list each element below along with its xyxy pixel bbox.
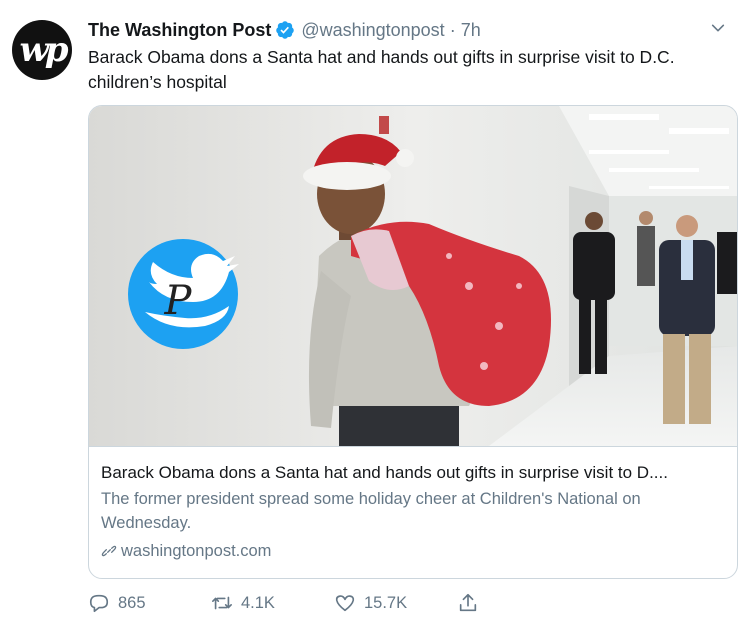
author-name[interactable]: The Washington Post (88, 20, 271, 41)
like-icon (335, 595, 355, 612)
share-button[interactable] (457, 592, 487, 614)
chevron-down-icon[interactable] (708, 18, 728, 38)
reply-icon (89, 594, 109, 613)
card-image[interactable]: P (89, 106, 737, 446)
card-domain: washingtonpost.com (101, 539, 727, 563)
like-count: 15.7K (364, 593, 408, 612)
tweet-text: Barack Obama dons a Santa hat and hands … (88, 47, 675, 92)
avatar[interactable]: wp (12, 20, 72, 80)
retweet-button[interactable]: 4.1K (211, 592, 334, 614)
watermark-letter: P (164, 278, 193, 324)
author-handle[interactable]: @washingtonpost (301, 20, 444, 41)
retweet-icon (212, 596, 232, 610)
link-card[interactable]: P Barack Obama dons a Santa hat and hand… (88, 105, 738, 579)
link-icon (101, 545, 117, 557)
card-body[interactable]: Barack Obama dons a Santa hat and hands … (89, 446, 737, 578)
retweet-count: 4.1K (241, 593, 275, 612)
avatar-logo: wp (19, 30, 68, 70)
separator-dot: · (449, 19, 456, 40)
like-button[interactable]: 15.7K (334, 592, 457, 614)
tweet-time[interactable]: 7h (461, 20, 481, 41)
reply-count: 865 (118, 593, 146, 612)
reply-button[interactable]: 865 (88, 592, 211, 614)
card-description: The former president spread some holiday… (101, 490, 641, 532)
tweet-header: The Washington Post @washingtonpost · 7h (88, 18, 728, 42)
card-title: Barack Obama dons a Santa hat and hands … (101, 463, 668, 482)
verified-badge-icon (275, 20, 295, 40)
share-icon (459, 593, 477, 612)
tweet-actions: 865 4.1K 15.7K (88, 588, 708, 618)
card-domain-text: washingtonpost.com (121, 542, 272, 560)
